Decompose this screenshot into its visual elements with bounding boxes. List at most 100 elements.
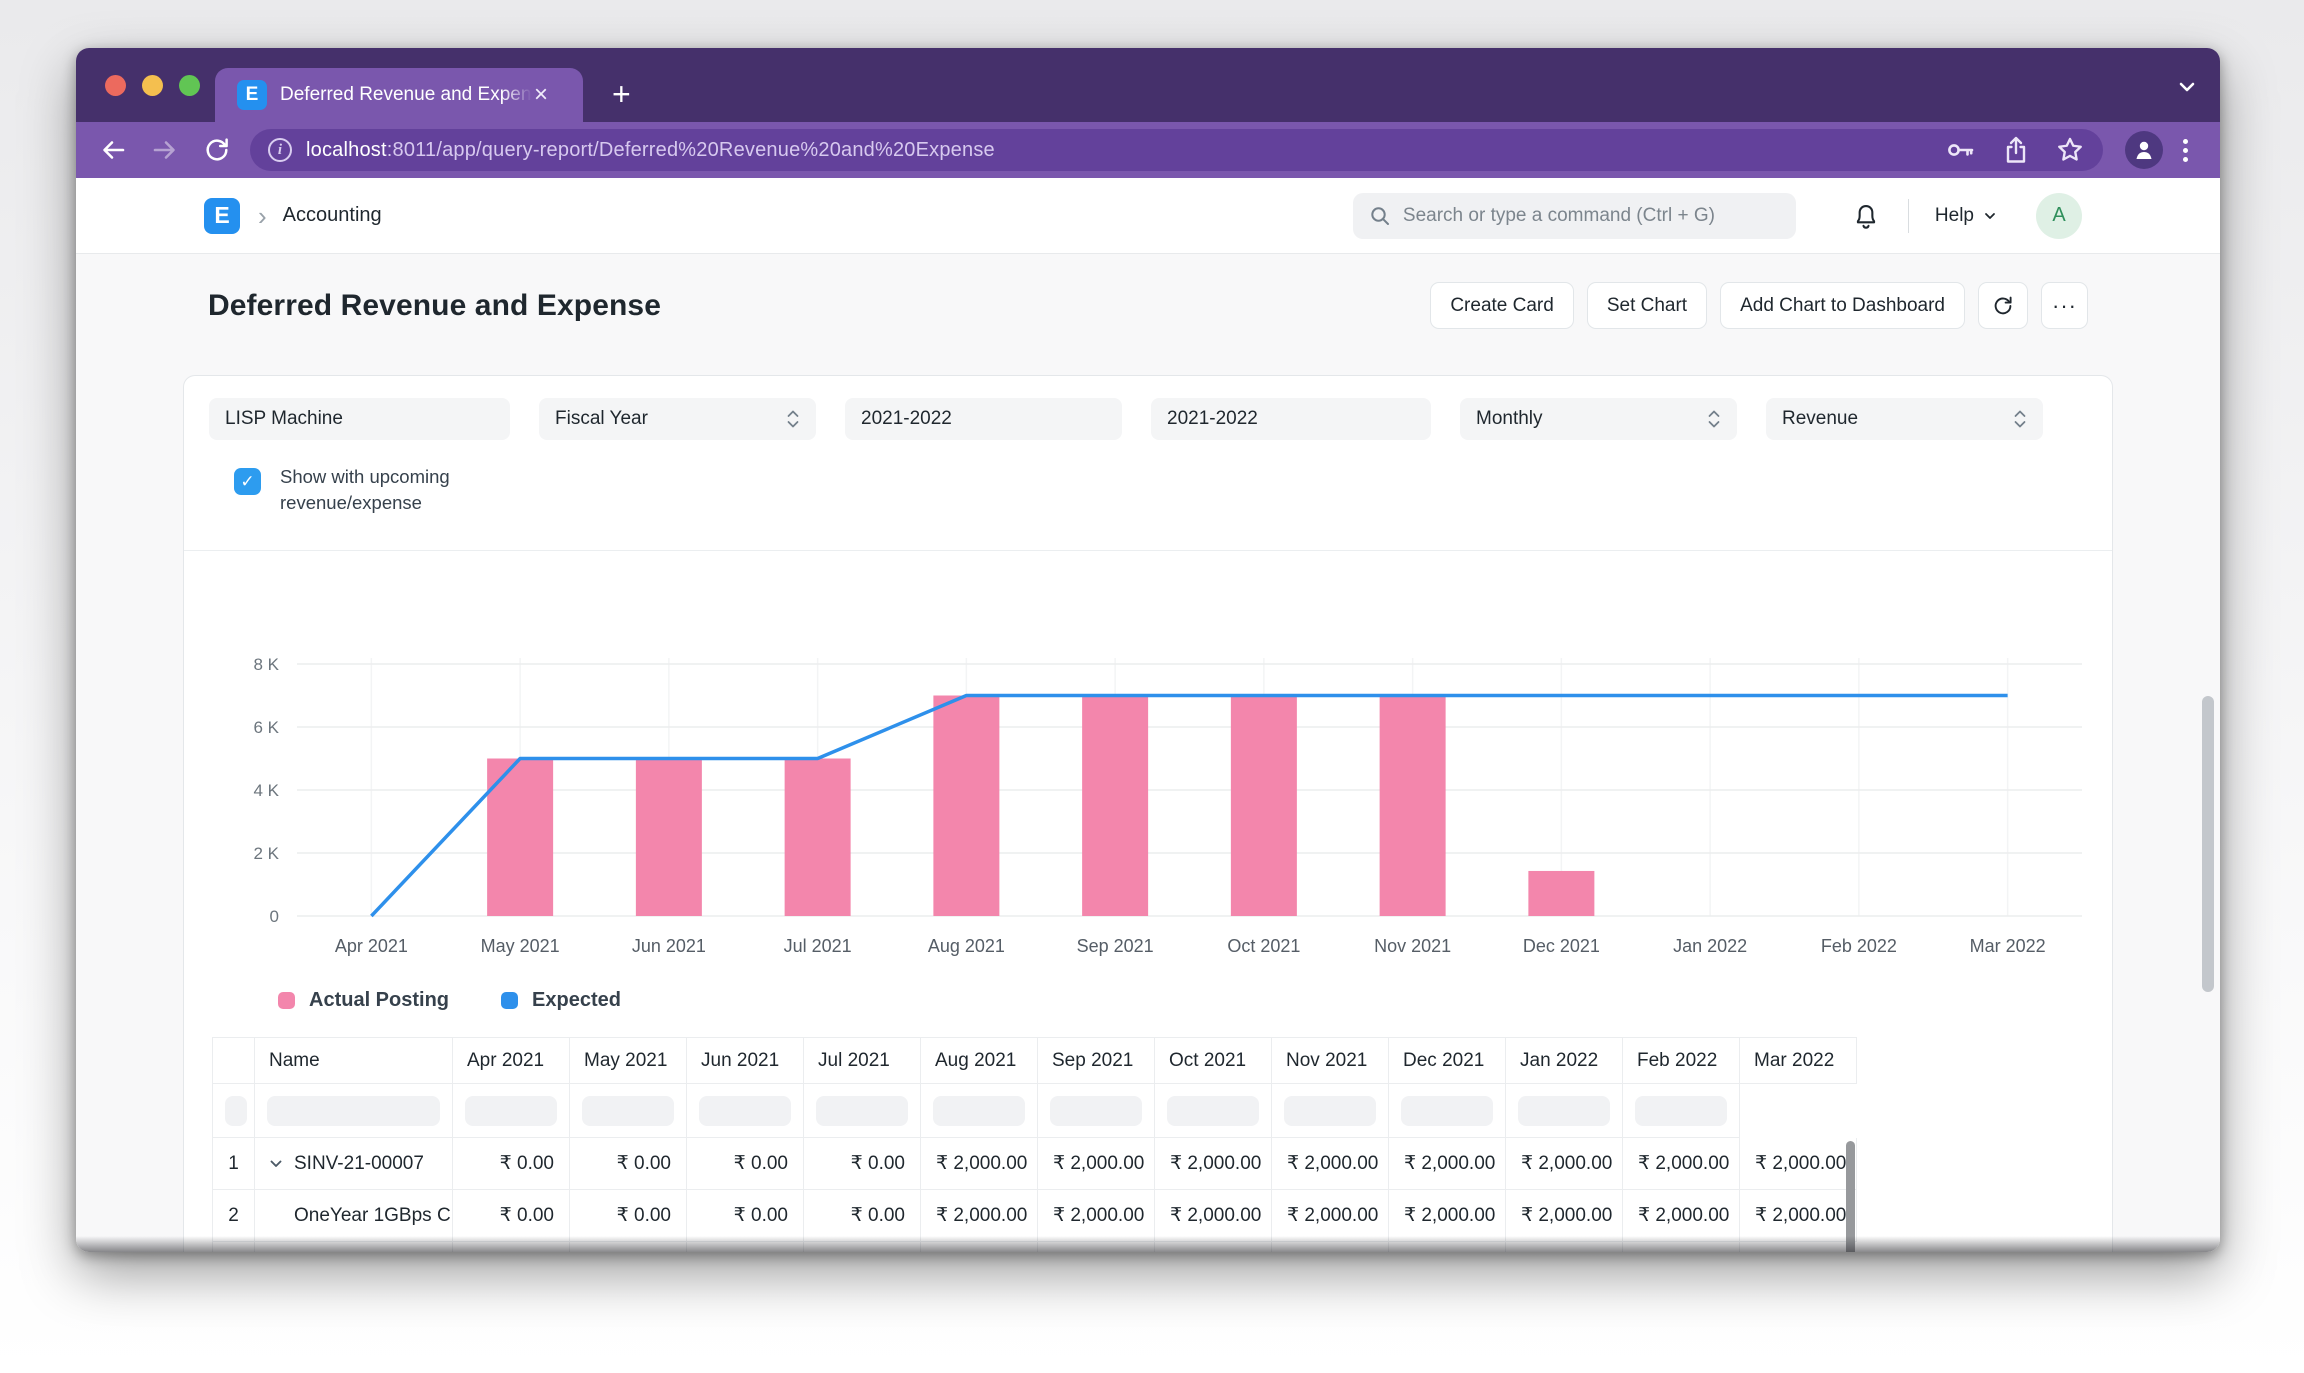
browser-profile-avatar[interactable]	[2125, 131, 2163, 169]
column-header[interactable]: Aug 2021	[921, 1038, 1038, 1084]
app-logo-icon[interactable]: E	[204, 198, 240, 234]
chart[interactable]: 02 K4 K6 K8 KApr 2021May 2021Jun 2021Jul…	[184, 551, 2112, 979]
column-filter-input[interactable]	[582, 1096, 674, 1126]
table-cell: ₹ 2,000.00	[1038, 1138, 1155, 1190]
column-filter-input[interactable]	[225, 1096, 247, 1126]
show-upcoming-checkbox[interactable]: ✓	[234, 468, 261, 495]
x-axis-tick-label: Feb 2022	[1821, 936, 1897, 956]
x-axis-tick-label: Nov 2021	[1374, 936, 1451, 956]
bar-actual-posting[interactable]	[1082, 696, 1148, 917]
filter-input-3[interactable]: 2021-2022	[1151, 398, 1431, 440]
x-axis-tick-label: Jul 2021	[784, 936, 852, 956]
site-info-icon[interactable]: i	[268, 138, 292, 162]
column-header[interactable]: Name	[255, 1038, 453, 1084]
bar-actual-posting[interactable]	[933, 696, 999, 917]
column-filter-input[interactable]	[699, 1096, 791, 1126]
table-row[interactable]: 2OneYear 1GBps C₹ 0.00₹ 0.00₹ 0.00₹ 0.00…	[213, 1190, 1857, 1242]
new-tab-button[interactable]: +	[612, 74, 631, 114]
filter-select-4[interactable]: Monthly	[1460, 398, 1737, 440]
more-options-button[interactable]: ···	[2041, 282, 2088, 329]
refresh-icon	[1991, 294, 2015, 318]
column-filter-input[interactable]	[1167, 1096, 1259, 1126]
select-chevrons-icon	[786, 408, 800, 430]
page-scrollbar[interactable]	[2202, 696, 2214, 992]
table-scrollbar[interactable]	[1846, 1141, 1855, 1252]
x-axis-tick-label: Jun 2021	[632, 936, 706, 956]
tabstrip-chevron-down-icon[interactable]	[2172, 72, 2202, 102]
password-key-icon[interactable]	[1945, 137, 1977, 163]
breadcrumb[interactable]: Accounting	[283, 204, 382, 227]
column-filter-input[interactable]	[1518, 1096, 1610, 1126]
row-name: OneYear 1GBps C	[294, 1205, 451, 1227]
column-header[interactable]: Dec 2021	[1389, 1038, 1506, 1084]
column-header[interactable]: Apr 2021	[453, 1038, 570, 1084]
row-expand-chevron-icon[interactable]	[267, 1155, 285, 1173]
refresh-button[interactable]	[1978, 282, 2028, 329]
filter-section: LISP Machine Fiscal Year 2021-2022 2021-202…	[184, 376, 2112, 551]
column-filter-input[interactable]	[267, 1096, 440, 1126]
minimize-window-button[interactable]	[142, 75, 163, 96]
column-header[interactable]: May 2021	[570, 1038, 687, 1084]
help-menu[interactable]: Help	[1935, 205, 1998, 227]
column-header[interactable]: Jan 2022	[1506, 1038, 1623, 1084]
close-window-button[interactable]	[105, 75, 126, 96]
x-axis-tick-label: Apr 2021	[335, 936, 408, 956]
back-button[interactable]	[98, 135, 128, 165]
table-cell: ₹ 0.00	[570, 1138, 687, 1190]
row-name-cell[interactable]: OneYear 1GBps C	[255, 1190, 453, 1242]
column-filter-input[interactable]	[465, 1096, 557, 1126]
column-filter-input[interactable]	[816, 1096, 908, 1126]
chart-legend: Actual PostingExpected	[184, 983, 2112, 1017]
search-input[interactable]: Search or type a command (Ctrl + G)	[1353, 193, 1796, 239]
forward-button[interactable]	[150, 135, 180, 165]
zoom-window-button[interactable]	[179, 75, 200, 96]
bar-actual-posting[interactable]	[1231, 696, 1297, 917]
filter-input-0[interactable]: LISP Machine	[209, 398, 510, 440]
column-filter-input[interactable]	[1050, 1096, 1142, 1126]
bar-actual-posting[interactable]	[785, 759, 851, 917]
bar-actual-posting[interactable]	[1380, 696, 1446, 917]
column-header[interactable]: Sep 2021	[1038, 1038, 1155, 1084]
filter-select-5[interactable]: Revenue	[1766, 398, 2043, 440]
share-icon[interactable]	[2003, 135, 2029, 165]
column-header[interactable]: Oct 2021	[1155, 1038, 1272, 1084]
table-cell: ₹ 2,000.00	[1155, 1190, 1272, 1242]
filter-select-1[interactable]: Fiscal Year	[539, 398, 816, 440]
add-chart-to-dashboard-button[interactable]: Add Chart to Dashboard	[1720, 282, 1965, 329]
y-axis-tick-label: 0	[270, 907, 279, 926]
row-index: 2	[213, 1190, 255, 1242]
filter-value: LISP Machine	[225, 408, 494, 430]
column-header[interactable]: Jun 2021	[687, 1038, 804, 1084]
column-filter-input[interactable]	[1401, 1096, 1493, 1126]
line-expected[interactable]	[371, 696, 2007, 917]
url-bar[interactable]: i localhost:8011/app/query-report/Deferr…	[250, 129, 2103, 171]
column-header[interactable]: Jul 2021	[804, 1038, 921, 1084]
x-axis-tick-label: Sep 2021	[1077, 936, 1154, 956]
table-row[interactable]: 1SINV-21-00007₹ 0.00₹ 0.00₹ 0.00₹ 0.00₹ …	[213, 1138, 1857, 1190]
notifications-bell-icon[interactable]	[1852, 201, 1880, 231]
column-filter-input[interactable]	[933, 1096, 1025, 1126]
column-header[interactable]: Nov 2021	[1272, 1038, 1389, 1084]
bookmark-star-icon[interactable]	[2055, 135, 2085, 165]
window-controls	[105, 75, 200, 96]
tab-close-icon[interactable]: ×	[534, 83, 548, 107]
filter-input-2[interactable]: 2021-2022	[845, 398, 1122, 440]
filter-value: 2021-2022	[1167, 408, 1415, 430]
reload-button[interactable]	[202, 135, 232, 165]
create-card-button[interactable]: Create Card	[1430, 282, 1574, 329]
favicon-icon: E	[237, 80, 267, 110]
column-header[interactable]: Feb 2022	[1623, 1038, 1740, 1084]
browser-tab[interactable]: E Deferred Revenue and Expense ×	[215, 68, 583, 122]
column-header[interactable]: Mar 2022	[1740, 1038, 1857, 1084]
set-chart-button[interactable]: Set Chart	[1587, 282, 1707, 329]
browser-menu-icon[interactable]	[2183, 139, 2188, 162]
table-cell: ₹ 2,000.00	[921, 1138, 1038, 1190]
table-cell: ₹ 0.00	[804, 1138, 921, 1190]
table-cell: ₹ 2,000.00	[1038, 1190, 1155, 1242]
user-avatar[interactable]: A	[2036, 193, 2082, 239]
column-filter-input[interactable]	[1284, 1096, 1376, 1126]
column-filter-input[interactable]	[1635, 1096, 1727, 1126]
bar-actual-posting[interactable]	[1528, 871, 1594, 916]
bar-actual-posting[interactable]	[636, 759, 702, 917]
row-name-cell[interactable]: SINV-21-00007	[255, 1138, 453, 1190]
